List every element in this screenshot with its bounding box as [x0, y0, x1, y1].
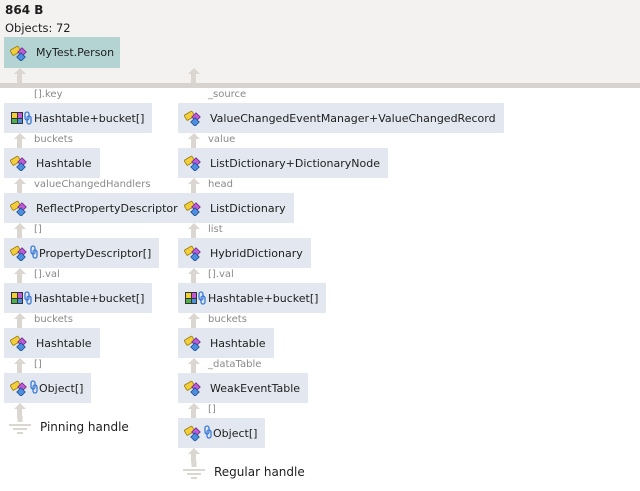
class-icon [184, 245, 204, 261]
arrow-up-icon [12, 133, 28, 148]
array-icon [10, 111, 32, 125]
edge-label: buckets [208, 314, 247, 325]
graph-node[interactable]: ListDictionary+DictionaryNode [178, 148, 388, 178]
node-label: Hashtable+bucket[] [34, 291, 145, 305]
edge-label: _source [208, 89, 247, 100]
graph-node[interactable]: Hashtable [178, 328, 274, 358]
class-icon [10, 200, 30, 216]
graph-node[interactable]: Hashtable+bucket[] [4, 283, 153, 313]
arrow-up-icon [186, 223, 202, 238]
node-label: Hashtable [210, 336, 266, 350]
arrow-up-icon [186, 68, 202, 83]
arrow-up-icon [12, 178, 28, 193]
class-icon [184, 110, 204, 126]
class-icon [184, 155, 204, 171]
edge-label: buckets [34, 314, 73, 325]
edge-label: [] [208, 404, 216, 415]
arrow-up-icon [12, 268, 28, 283]
class-icon [10, 335, 30, 351]
class-icon [10, 155, 30, 171]
class-array-icon [184, 425, 212, 441]
root-node[interactable]: MyTest.Person [4, 37, 120, 68]
array-icon [10, 291, 32, 305]
class-icon [184, 335, 204, 351]
node-label: Hashtable [36, 336, 92, 350]
edge-label: [] [34, 224, 42, 235]
node-label: HybridDictionary [210, 246, 303, 260]
arrow-up-icon [12, 313, 28, 328]
class-array-icon [10, 380, 38, 396]
graph-node[interactable]: ListDictionary [178, 193, 294, 223]
node-label: Hashtable [36, 156, 92, 170]
arrow-up-icon [186, 133, 202, 148]
edge-label: [].val [34, 269, 60, 280]
node-label: Hashtable+bucket[] [34, 111, 145, 125]
node-label: ListDictionary+DictionaryNode [210, 156, 380, 170]
edge-label: [] [34, 359, 42, 370]
node-label: Object[] [213, 426, 258, 440]
graph-node[interactable]: Object[] [4, 373, 92, 403]
edge-label: list [208, 224, 223, 235]
graph-node[interactable]: WeakEventTable [178, 373, 309, 403]
node-label: MyTest.Person [36, 46, 115, 59]
edge-label: [].val [208, 269, 234, 280]
handle-label: Pinning handle [40, 420, 129, 434]
ground-icon [9, 416, 31, 438]
class-icon [10, 45, 30, 61]
arrow-up-icon [12, 68, 28, 83]
splitter[interactable] [0, 83, 640, 88]
node-label: ReflectPropertyDescriptor [36, 201, 178, 215]
edge-label: valueChangedHandlers [34, 179, 151, 190]
array-icon [184, 291, 206, 305]
graph-node[interactable]: Object[] [178, 418, 266, 448]
edge-label: buckets [34, 134, 73, 145]
arrow-up-icon [186, 178, 202, 193]
gc-handle[interactable]: Regular handle [183, 461, 305, 483]
class-icon [184, 380, 204, 396]
objects-count: Objects: 72 [5, 21, 71, 35]
edge-label: _dataTable [208, 359, 262, 370]
ground-icon [183, 461, 205, 483]
graph-node[interactable]: Hashtable+bucket[] [4, 103, 153, 133]
graph-node[interactable]: PropertyDescriptor[] [4, 238, 160, 268]
retained-size: 864 B [5, 3, 44, 17]
graph-node[interactable]: ValueChangedEventManager+ValueChangedRec… [178, 103, 504, 133]
summary-header: 864 B Objects: 72 MyTest.Person [0, 0, 640, 83]
arrow-up-icon [186, 358, 202, 373]
arrow-up-icon [186, 268, 202, 283]
node-label: Object[] [39, 381, 84, 395]
node-label: ValueChangedEventManager+ValueChangedRec… [210, 111, 496, 125]
arrow-up-icon [12, 223, 28, 238]
graph-node[interactable]: Hashtable+bucket[] [178, 283, 327, 313]
class-icon [184, 200, 204, 216]
arrow-up-icon [186, 313, 202, 328]
class-array-icon [10, 245, 38, 261]
gc-handle[interactable]: Pinning handle [9, 416, 129, 438]
node-label: PropertyDescriptor[] [39, 246, 152, 260]
node-label: Hashtable+bucket[] [208, 291, 319, 305]
arrow-up-icon [186, 403, 202, 418]
edge-label: [].key [34, 89, 63, 100]
node-label: WeakEventTable [210, 381, 301, 395]
arrow-up-icon [12, 358, 28, 373]
edge-label: head [208, 179, 233, 190]
edge-label: value [208, 134, 236, 145]
graph-node[interactable]: Hashtable [4, 148, 100, 178]
graph-node[interactable]: ReflectPropertyDescriptor [4, 193, 186, 223]
handle-label: Regular handle [214, 465, 305, 479]
node-label: ListDictionary [210, 201, 286, 215]
graph-node[interactable]: Hashtable [4, 328, 100, 358]
graph-node[interactable]: HybridDictionary [178, 238, 311, 268]
